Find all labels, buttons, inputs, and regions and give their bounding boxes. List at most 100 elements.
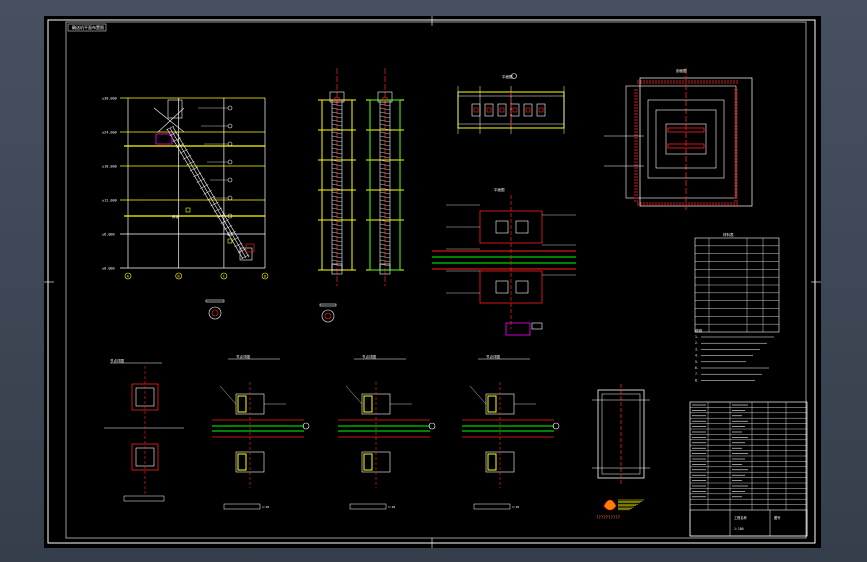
plan-bay — [497, 103, 507, 117]
note-line: 3. — [695, 347, 699, 351]
conveyor-rung — [203, 190, 212, 195]
plan-bay — [523, 103, 533, 117]
detail-yellow — [363, 395, 373, 413]
drawing-svg: ±0.000 ±6.000 ±12.000 ±18.000 ±24.000 ±30.000… — [44, 16, 821, 548]
detail-a-title: 节点详图 — [110, 358, 124, 363]
detail-line — [205, 299, 225, 303]
leader-bubble — [227, 105, 233, 111]
notes-title: 说明 — [695, 328, 703, 333]
conveyor-rung — [224, 225, 233, 230]
plan-bay — [536, 103, 546, 117]
elevation-label: ±12.000 — [102, 199, 117, 203]
mid-magenta — [505, 322, 531, 336]
conveyor-rung — [189, 166, 199, 172]
detail-scale: 1:20 — [388, 505, 395, 509]
room-title: 剖面图 — [676, 68, 687, 73]
conveyor-rung — [210, 201, 219, 207]
sheet-tag: 輸送机平面布置图 — [72, 25, 104, 30]
detail-yellow — [237, 453, 247, 471]
conveyor-rung — [182, 155, 192, 160]
plan-bay — [510, 103, 520, 117]
note-line: 1. — [695, 335, 699, 339]
plan-pulley — [486, 107, 492, 113]
detail-a-scale — [123, 495, 165, 502]
detail-title: 节点详图 — [362, 354, 376, 359]
leader-bubble — [227, 195, 233, 201]
leader-bubble — [227, 123, 233, 129]
conveyor-chord — [169, 127, 247, 259]
conveyor-rung — [241, 254, 250, 259]
conveyor-rung — [220, 219, 229, 224]
detail-scale-bar — [349, 503, 387, 510]
note-line: 8. — [695, 378, 699, 382]
elevation-label: ±30.000 — [102, 97, 117, 101]
slope-label: 斜坡 — [172, 214, 179, 219]
detail-line — [319, 303, 337, 307]
leader-bubble — [227, 177, 233, 183]
conveyor-rung — [196, 178, 205, 183]
detail-circle — [321, 309, 335, 323]
axis-label: C — [223, 275, 225, 279]
title-drawing-no: 图号 — [774, 515, 780, 520]
conveyor-rung — [234, 242, 243, 248]
conveyor-rung — [237, 248, 246, 254]
detail-circle-core — [211, 309, 219, 317]
mid-tag — [531, 322, 543, 330]
detail-yellow — [363, 453, 373, 471]
detail-yellow — [487, 395, 497, 413]
detail-circle — [208, 306, 222, 320]
elevation-label: ±18.000 — [102, 165, 117, 169]
legend-title: 材料表 — [723, 232, 734, 237]
conveyor-rung — [200, 184, 209, 189]
note-line: 5. — [695, 360, 699, 364]
elevation-label: ±6.000 — [102, 233, 115, 237]
room-inner — [625, 85, 737, 199]
note-line: 6. — [695, 366, 699, 370]
title-block — [689, 401, 808, 537]
detail-yellow — [487, 453, 497, 471]
title-footer — [689, 509, 808, 537]
brace — [157, 107, 185, 133]
detail-title: 节点详图 — [236, 354, 250, 359]
leader-bubble — [227, 159, 233, 165]
axis-label: B — [177, 275, 179, 279]
conveyor-rung — [165, 125, 175, 131]
detail-circle-core — [324, 312, 332, 320]
conveyor-rung — [172, 137, 181, 142]
note-line: 4. — [695, 354, 699, 358]
title-scale: 1:100 — [734, 527, 744, 531]
detail-scale: 1:20 — [262, 505, 269, 509]
marker — [185, 207, 191, 213]
axis-label: A — [127, 275, 130, 279]
conveyor-rung — [186, 160, 195, 166]
conveyor-rung — [193, 172, 202, 178]
plan-bay — [471, 103, 481, 117]
detail-leader — [469, 385, 487, 405]
detail-title: 节点详图 — [486, 354, 500, 359]
plan-pulley — [499, 107, 505, 113]
cad-viewer: ±0.000 ±6.000 ±12.000 ±18.000 ±24.000 ±30.000… — [0, 0, 867, 562]
mid-box — [515, 280, 529, 294]
plan-pulley — [512, 107, 518, 113]
detail-scale-bar — [223, 503, 261, 510]
conveyor-rung — [213, 207, 222, 213]
elevation-label: ±0.000 — [102, 267, 115, 271]
plan-bay — [484, 103, 494, 117]
drawing-canvas[interactable]: ±0.000 ±6.000 ±12.000 ±18.000 ±24.000 ±30.000… — [44, 16, 821, 548]
mid-box — [515, 220, 529, 234]
note-line: 2. — [695, 341, 699, 345]
detail-yellow — [237, 395, 247, 413]
detail-leader — [345, 385, 363, 405]
note-line: 7. — [695, 372, 699, 376]
head-house — [167, 99, 183, 119]
plan-pulley — [538, 107, 544, 113]
plan-pulley — [473, 107, 479, 113]
axis-label: D — [264, 275, 266, 279]
plan-pulley — [525, 107, 531, 113]
logo-text: ?????????? — [596, 515, 621, 520]
room-plan — [639, 77, 753, 207]
detail-scale: 1:20 — [512, 505, 519, 509]
mid-box — [495, 280, 509, 294]
mid-box — [495, 220, 509, 234]
elevation-label: ±24.000 — [102, 131, 117, 135]
